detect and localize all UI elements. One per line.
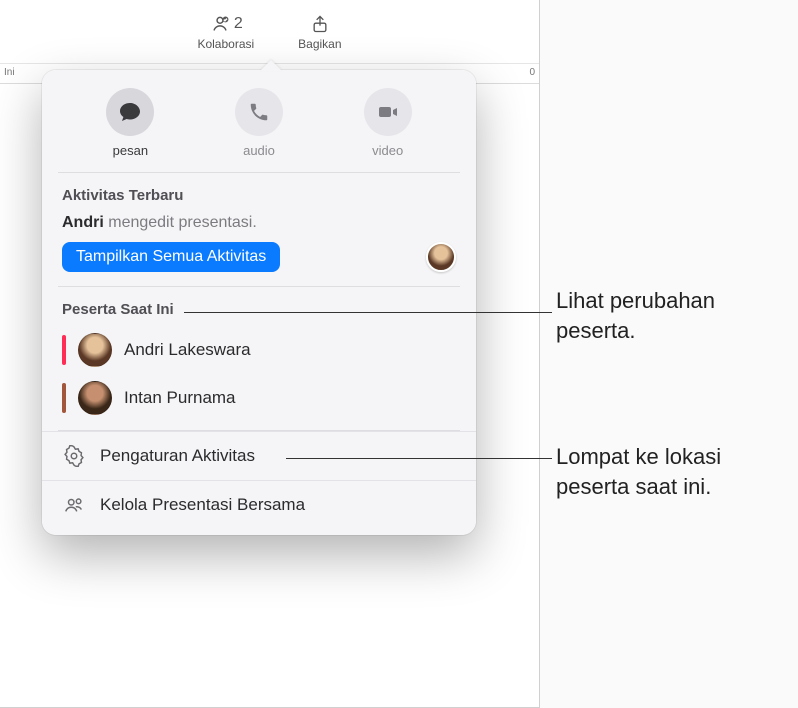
gear-badge-icon xyxy=(63,445,85,467)
recent-activity-title: Aktivitas Terbaru xyxy=(42,173,476,212)
participants-title: Peserta Saat Ini xyxy=(42,287,476,326)
collaborate-label: Kolaborasi xyxy=(197,37,254,51)
activity-avatar xyxy=(426,242,456,272)
manage-shared-row[interactable]: Kelola Presentasi Bersama xyxy=(42,480,476,529)
ruler-left-label: Ini xyxy=(4,67,15,78)
activity-actor: Andri xyxy=(62,214,104,231)
message-icon xyxy=(118,100,142,124)
collaborate-icon xyxy=(209,13,231,35)
avatar xyxy=(78,333,112,367)
callout-text: Lihat perubahan peserta. xyxy=(556,286,715,345)
audio-button[interactable]: audio xyxy=(195,88,324,158)
activity-line: Andri mengedit presentasi. xyxy=(42,212,476,242)
participant-row[interactable]: Intan Purnama xyxy=(42,374,476,422)
presence-indicator xyxy=(62,383,66,413)
share-button[interactable]: Bagikan xyxy=(288,11,351,53)
video-icon xyxy=(376,100,400,124)
collaborate-button[interactable]: 2 Kolaborasi xyxy=(187,11,264,53)
audio-label: audio xyxy=(243,143,275,158)
show-all-activity-button[interactable]: Tampilkan Semua Aktivitas xyxy=(62,242,280,272)
people-badge-icon xyxy=(63,494,85,516)
activity-action: mengedit presentasi. xyxy=(108,214,257,231)
share-icon xyxy=(310,13,330,35)
avatar xyxy=(78,381,112,415)
video-button[interactable]: video xyxy=(323,88,452,158)
message-button[interactable]: pesan xyxy=(66,88,195,158)
video-label: video xyxy=(372,143,403,158)
collaborate-count: 2 xyxy=(234,15,243,33)
share-label: Bagikan xyxy=(298,37,341,51)
communication-row: pesan audio video xyxy=(42,84,476,172)
activity-settings-label: Pengaturan Aktivitas xyxy=(100,446,255,466)
manage-shared-label: Kelola Presentasi Bersama xyxy=(100,495,305,515)
app-window: 2 Kolaborasi Bagikan Ini 0 pesan xyxy=(0,0,540,708)
collaboration-popover: pesan audio video Aktivitas Terbaru Andr… xyxy=(42,70,476,535)
participant-name: Andri Lakeswara xyxy=(124,340,251,360)
callout-leader-line xyxy=(286,458,552,459)
callout-leader-line xyxy=(184,312,552,313)
participant-name: Intan Purnama xyxy=(124,388,236,408)
ruler-right-label: 0 xyxy=(529,67,535,78)
toolbar: 2 Kolaborasi Bagikan xyxy=(0,0,539,64)
message-label: pesan xyxy=(113,143,148,158)
activity-settings-row[interactable]: Pengaturan Aktivitas xyxy=(42,431,476,480)
callout-text: Lompat ke lokasi peserta saat ini. xyxy=(556,442,721,501)
participant-row[interactable]: Andri Lakeswara xyxy=(42,326,476,374)
phone-icon xyxy=(248,101,270,123)
presence-indicator xyxy=(62,335,66,365)
